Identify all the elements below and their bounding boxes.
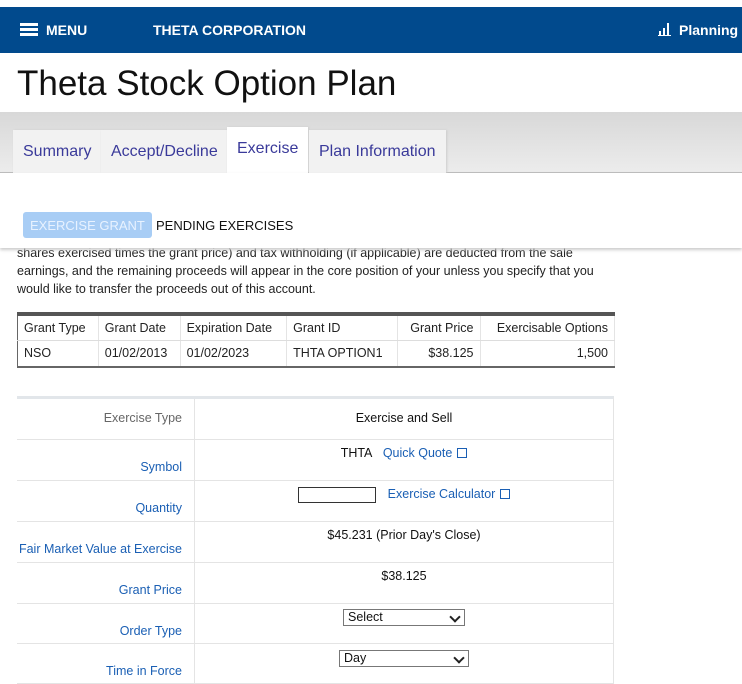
cell: 1,500 — [480, 340, 616, 367]
order-type-label[interactable]: Order Type — [17, 604, 195, 643]
form-row: Time in Force Day — [17, 644, 613, 684]
header-cell: Grant Type — [17, 314, 99, 341]
exercise-form: Exercise Type Exercise and Sell Symbol T… — [17, 396, 614, 684]
grants-table: Grant Type Grant Date Expiration Date Gr… — [17, 312, 616, 368]
menu-button[interactable]: MENU — [46, 22, 87, 38]
hamburger-menu-icon[interactable] — [20, 23, 38, 36]
exercise-type-value: Exercise and Sell — [355, 411, 453, 425]
form-row: Grant Price $38.125 — [17, 563, 613, 604]
time-in-force-select[interactable]: Day — [339, 650, 469, 667]
fmv-value: $45.231 (Prior Day's Close) — [327, 528, 481, 542]
company-name: THETA CORPORATION — [153, 22, 306, 38]
form-row: Fair Market Value at Exercise $45.231 (P… — [17, 522, 613, 563]
table-row: NSO 01/02/2013 01/02/2023 THTA OPTION1 $… — [17, 340, 616, 367]
tab-exercise[interactable]: Exercise — [227, 127, 309, 174]
exercise-type-label: Exercise Type — [17, 399, 195, 439]
bar-chart-icon — [658, 23, 671, 36]
cell: $38.125 — [397, 340, 481, 367]
form-row: Exercise Type Exercise and Sell — [17, 399, 613, 440]
header-cell: Grant ID — [286, 314, 398, 341]
external-link-icon — [500, 489, 511, 500]
form-row: Symbol THTA Quick Quote — [17, 440, 613, 481]
quantity-label[interactable]: Quantity — [17, 481, 195, 521]
tab-accept-decline[interactable]: Accept/Decline — [101, 130, 228, 173]
pending-exercises-tab[interactable]: PENDING EXERCISES — [156, 218, 293, 233]
tab-bar: Summary Accept/Decline Exercise Plan Inf… — [0, 112, 742, 174]
grant-price-value: $38.125 — [381, 569, 427, 583]
cell: NSO — [17, 340, 99, 367]
header-cell: Expiration Date — [180, 314, 288, 341]
intro-text: shares exercised times the grant price) … — [17, 246, 594, 296]
grant-price-label[interactable]: Grant Price — [17, 563, 195, 603]
sub-navigation: EXERCISE GRANT PENDING EXERCISES — [0, 173, 742, 248]
exercise-calculator-link[interactable]: Exercise Calculator — [388, 487, 511, 501]
cell: THTA OPTION1 — [286, 340, 398, 367]
tab-summary[interactable]: Summary — [13, 130, 102, 173]
cell: 01/02/2023 — [180, 340, 288, 367]
form-row: Order Type Select — [17, 604, 613, 644]
external-link-icon — [457, 448, 468, 458]
planning-link[interactable]: Planning — [679, 22, 738, 38]
page-title: Theta Stock Option Plan — [17, 64, 397, 103]
tab-plan-information[interactable]: Plan Information — [309, 130, 446, 173]
quantity-input[interactable] — [297, 487, 376, 503]
time-in-force-label[interactable]: Time in Force — [17, 644, 195, 683]
exercise-grant-tab[interactable]: EXERCISE GRANT — [23, 212, 152, 238]
symbol-value: THTA — [340, 446, 373, 460]
form-row: Quantity Exercise Calculator — [17, 481, 613, 522]
top-bar: MENU THETA CORPORATION Planning — [0, 7, 742, 53]
cell: 01/02/2013 — [98, 340, 181, 367]
fmv-label[interactable]: Fair Market Value at Exercise — [17, 522, 195, 562]
table-header-row: Grant Type Grant Date Expiration Date Gr… — [17, 314, 616, 341]
header-cell: Exercisable Options — [480, 314, 616, 341]
order-type-select[interactable]: Select — [343, 609, 465, 626]
symbol-label[interactable]: Symbol — [17, 440, 195, 480]
quick-quote-link[interactable]: Quick Quote — [383, 446, 468, 460]
header-cell: Grant Date — [98, 314, 181, 341]
header-cell: Grant Price — [397, 314, 481, 341]
